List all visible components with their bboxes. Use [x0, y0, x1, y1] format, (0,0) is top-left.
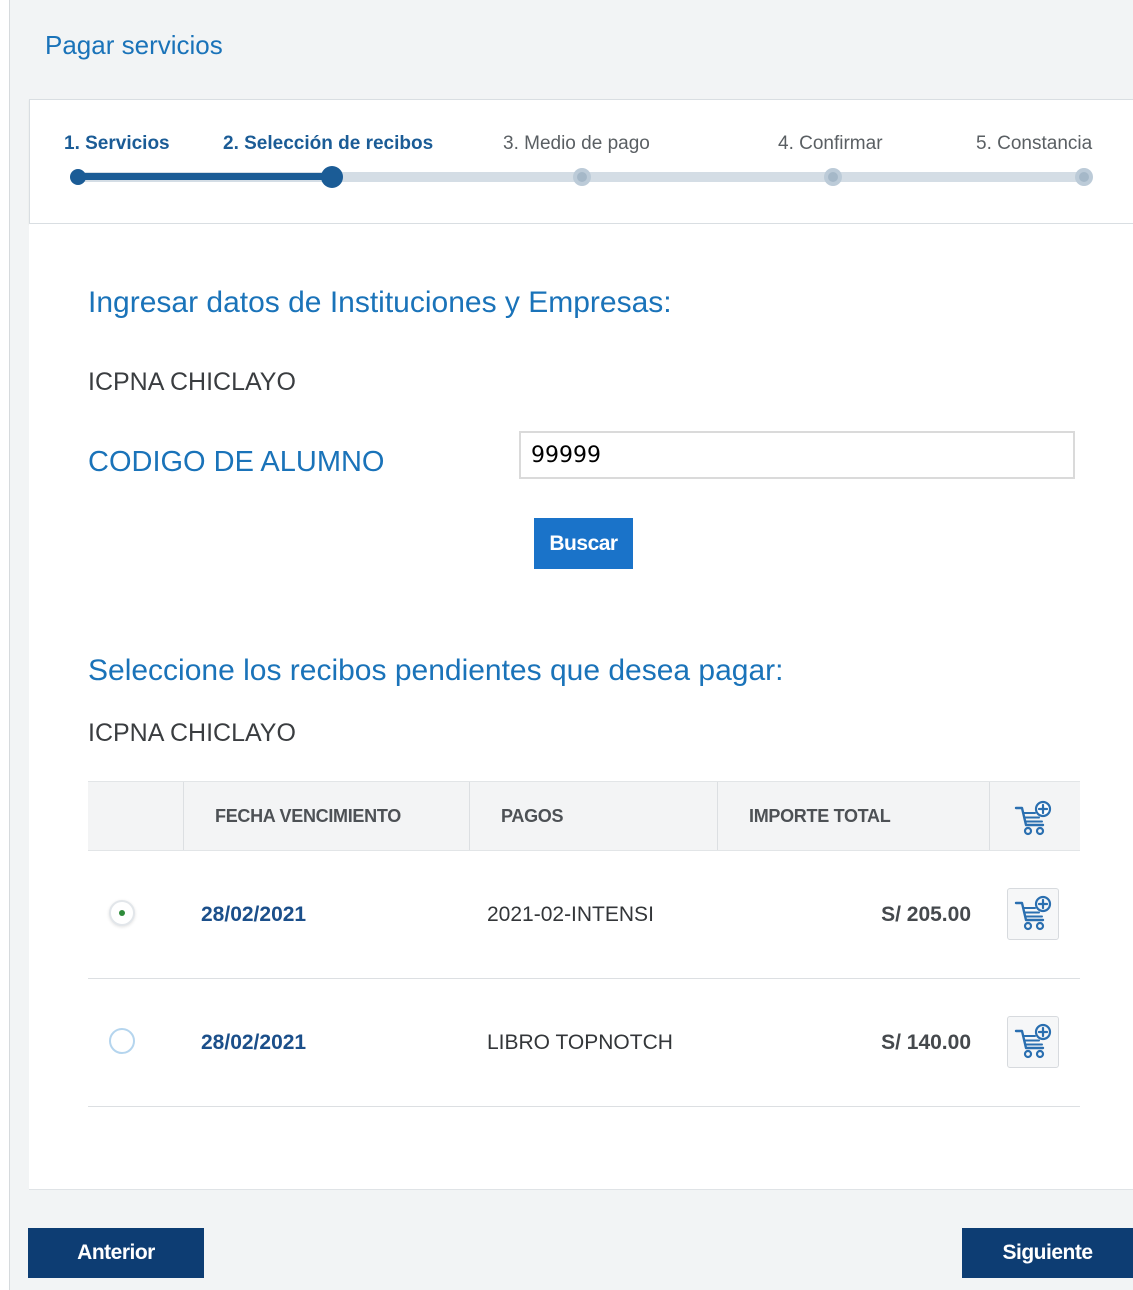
step-5-label: 5. Constancia [976, 133, 1093, 154]
column-separator [717, 782, 718, 850]
receipts-table: FECHA VENCIMIENTO PAGOS IMPORTE TOTAL 28… [88, 781, 1080, 1107]
step-5-dot [1075, 168, 1093, 186]
cart-add-icon [1014, 1023, 1052, 1059]
column-header-total-amount: IMPORTE TOTAL [749, 805, 891, 826]
add-to-cart-button[interactable] [1007, 888, 1059, 940]
table-row[interactable]: 28/02/2021 LIBRO TOPNOTCH S/ 140.00 [88, 979, 1080, 1107]
column-separator [183, 782, 184, 850]
column-separator [469, 782, 470, 850]
student-code-label: CODIGO DE ALUMNO [88, 446, 385, 478]
step-3-dot [573, 168, 591, 186]
search-section-title: Ingresar datos de Instituciones y Empres… [88, 286, 672, 319]
receipts-institution-name: ICPNA CHICLAYO [88, 719, 296, 747]
search-institution-name: ICPNA CHICLAYO [88, 368, 296, 396]
step-4-label: 4. Confirmar [778, 133, 883, 154]
column-header-due-date: FECHA VENCIMIENTO [215, 805, 401, 826]
stepper-progress-fill [77, 173, 332, 180]
cart-add-icon [1014, 895, 1052, 931]
search-button[interactable]: Buscar [534, 518, 633, 569]
step-4-dot [824, 168, 842, 186]
previous-button[interactable]: Anterior [28, 1228, 204, 1278]
add-to-cart-button[interactable] [1007, 1016, 1059, 1068]
receipt-radio-unselected[interactable] [109, 1028, 135, 1054]
receipt-payment: LIBRO TOPNOTCH [487, 1030, 673, 1054]
table-header: FECHA VENCIMIENTO PAGOS IMPORTE TOTAL [88, 781, 1080, 851]
step-1-label: 1. Servicios [64, 133, 170, 154]
student-code-input[interactable] [519, 431, 1075, 479]
receipt-payment: 2021-02-INTENSI [487, 902, 654, 926]
page-title: Pagar servicios [45, 30, 223, 60]
column-header-payments: PAGOS [501, 805, 564, 826]
column-separator [989, 782, 990, 850]
main-content: Ingresar datos de Instituciones y Empres… [29, 224, 1133, 1190]
table-row[interactable]: 28/02/2021 2021-02-INTENSI S/ 205.00 [88, 851, 1080, 979]
next-button[interactable]: Siguiente [962, 1228, 1133, 1278]
receipts-section-title: Seleccione los recibos pendientes que de… [88, 654, 784, 687]
left-edge [0, 0, 10, 1290]
receipt-due-date: 28/02/2021 [201, 902, 307, 926]
step-2-label: 2. Selección de recibos [223, 133, 434, 154]
receipt-due-date: 28/02/2021 [201, 1030, 307, 1054]
step-3-label: 3. Medio de pago [503, 133, 650, 154]
step-1-dot [70, 169, 86, 185]
receipt-radio-selected[interactable] [109, 900, 135, 926]
receipt-amount: S/ 140.00 [881, 1030, 971, 1054]
progress-stepper: 1. Servicios 2. Selección de recibos 3. … [29, 99, 1133, 224]
page: Pagar servicios 1. Servicios 2. Selecció… [0, 0, 1133, 1290]
cart-add-icon [1010, 796, 1056, 842]
step-2-dot [321, 166, 343, 188]
receipt-amount: S/ 205.00 [881, 902, 971, 926]
